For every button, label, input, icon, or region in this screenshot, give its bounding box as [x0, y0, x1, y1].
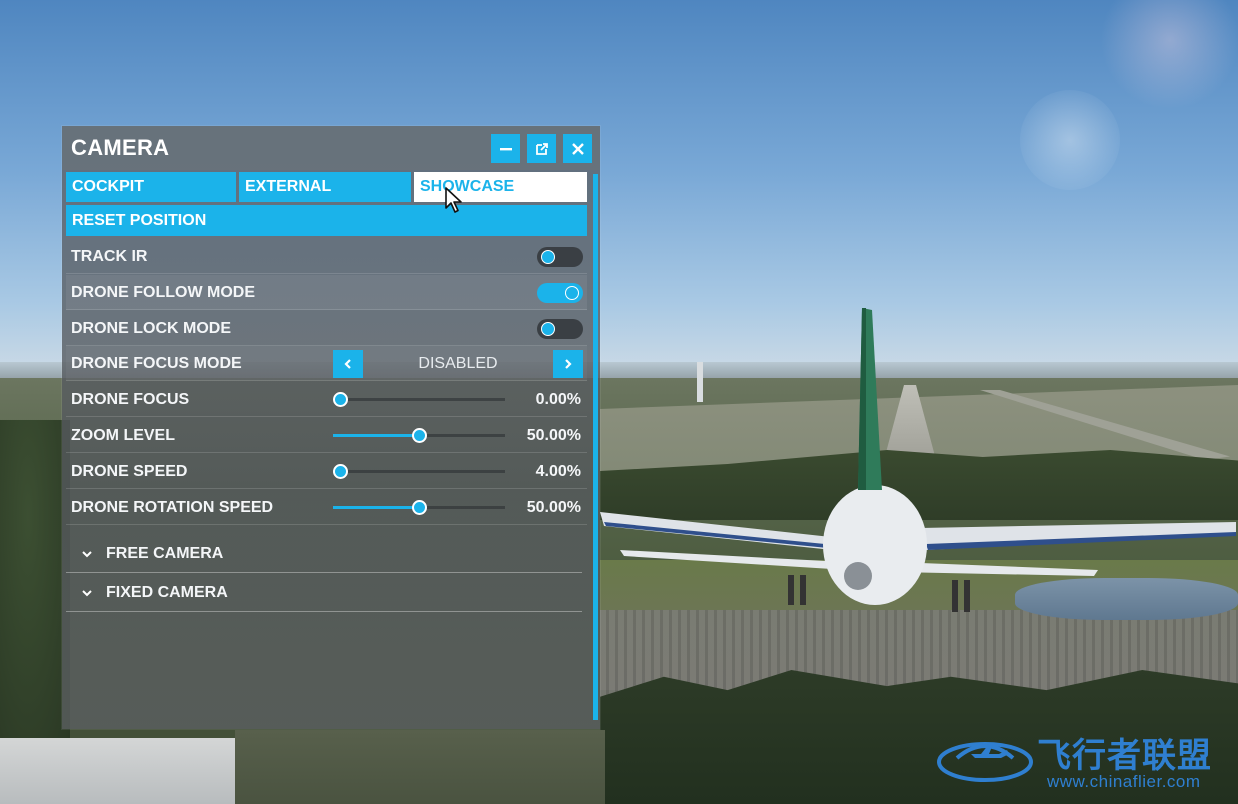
- setting-drone-lock-mode: DRONE LOCK MODE: [66, 311, 587, 346]
- setting-drone-focus: DRONE FOCUS 0.00%: [66, 382, 587, 417]
- drone-rotation-speed-slider[interactable]: [333, 490, 505, 525]
- drone-lock-mode-toggle[interactable]: [537, 319, 583, 339]
- drone-focus-value: 0.00%: [535, 391, 581, 408]
- camera-tabs: COCKPIT EXTERNAL SHOWCASE: [66, 172, 587, 202]
- chevron-left-icon: [344, 359, 351, 369]
- chevron-down-icon: [82, 590, 92, 597]
- toggle-knob: [541, 250, 555, 264]
- trees-left: [0, 420, 70, 740]
- popout-button[interactable]: [527, 134, 556, 163]
- drone-focus-slider[interactable]: [333, 382, 505, 417]
- airplane: [600, 308, 1236, 612]
- tab-cockpit[interactable]: COCKPIT: [66, 172, 236, 202]
- slider-thumb[interactable]: [333, 392, 348, 407]
- watermark-title: 飞行者联盟: [1037, 736, 1212, 776]
- drone-follow-mode-label: DRONE FOLLOW MODE: [71, 284, 255, 301]
- section-free-camera[interactable]: FREE CAMERA: [66, 535, 582, 573]
- section-fixed-camera[interactable]: FIXED CAMERA: [66, 574, 582, 612]
- close-button[interactable]: [563, 134, 592, 163]
- chevron-right-icon: [565, 359, 572, 369]
- drone-speed-slider[interactable]: [333, 454, 505, 489]
- slider-thumb[interactable]: [333, 464, 348, 479]
- drone-focus-mode-label: DRONE FOCUS MODE: [71, 355, 242, 372]
- slider-fill: [333, 506, 419, 509]
- focus-mode-next-button[interactable]: [553, 350, 583, 378]
- panel-header: CAMERA: [62, 126, 600, 170]
- reset-position-button[interactable]: RESET POSITION: [66, 205, 587, 236]
- drone-rotation-speed-label: DRONE ROTATION SPEED: [71, 499, 274, 516]
- tab-external[interactable]: EXTERNAL: [239, 172, 411, 202]
- setting-zoom-level: ZOOM LEVEL 50.00%: [66, 418, 587, 453]
- airplane-logo-icon: [937, 742, 1033, 782]
- track-ir-toggle[interactable]: [537, 247, 583, 267]
- drone-follow-mode-toggle[interactable]: [537, 283, 583, 303]
- close-icon: [571, 142, 584, 155]
- camera-panel: CAMERA COCKPIT EXTERNAL SHOWCASE RESET P…: [62, 126, 600, 729]
- minimize-button[interactable]: [491, 134, 520, 163]
- slider-thumb[interactable]: [412, 500, 427, 515]
- mouse-cursor-icon: [445, 187, 462, 213]
- slider-fill: [333, 434, 419, 437]
- popout-icon: [535, 142, 548, 155]
- zoom-level-label: ZOOM LEVEL: [71, 427, 175, 444]
- drone-rotation-speed-value: 50.00%: [526, 499, 581, 516]
- panel-title: CAMERA: [71, 135, 170, 160]
- setting-drone-speed: DRONE SPEED 4.00%: [66, 454, 587, 489]
- drone-speed-value: 4.00%: [535, 463, 581, 480]
- setting-track-ir: TRACK IR: [66, 239, 587, 274]
- toggle-knob: [541, 322, 555, 336]
- track-ir-label: TRACK IR: [71, 248, 148, 265]
- setting-drone-rotation-speed: DRONE ROTATION SPEED 50.00%: [66, 490, 587, 525]
- drone-speed-label: DRONE SPEED: [71, 463, 188, 480]
- slider-track: [333, 398, 505, 401]
- fixed-camera-label: FIXED CAMERA: [106, 584, 228, 601]
- setting-drone-follow-mode: DRONE FOLLOW MODE: [66, 275, 587, 310]
- chevron-down-icon: [82, 551, 92, 558]
- setting-drone-focus-mode: DRONE FOCUS MODE DISABLED: [66, 346, 587, 381]
- tab-showcase[interactable]: SHOWCASE: [414, 172, 587, 202]
- drone-lock-mode-label: DRONE LOCK MODE: [71, 320, 231, 337]
- watermark-url: www.chinaflier.com: [1047, 772, 1201, 791]
- toggle-knob: [565, 286, 579, 300]
- building-roof: [0, 738, 235, 804]
- minimize-icon: [499, 147, 512, 150]
- sun-glare: [1020, 90, 1120, 190]
- zoom-level-value: 50.00%: [526, 427, 581, 444]
- drone-focus-label: DRONE FOCUS: [71, 391, 190, 408]
- slider-thumb[interactable]: [412, 428, 427, 443]
- ground-bottom: [235, 730, 605, 804]
- zoom-level-slider[interactable]: [333, 418, 505, 453]
- free-camera-label: FREE CAMERA: [106, 545, 224, 562]
- slider-track: [333, 470, 505, 473]
- drone-focus-mode-value: DISABLED: [418, 355, 498, 372]
- watermark: 飞行者联盟 www.chinaflier.com: [935, 722, 1235, 802]
- focus-mode-prev-button[interactable]: [333, 350, 363, 378]
- scrollbar[interactable]: [593, 174, 598, 720]
